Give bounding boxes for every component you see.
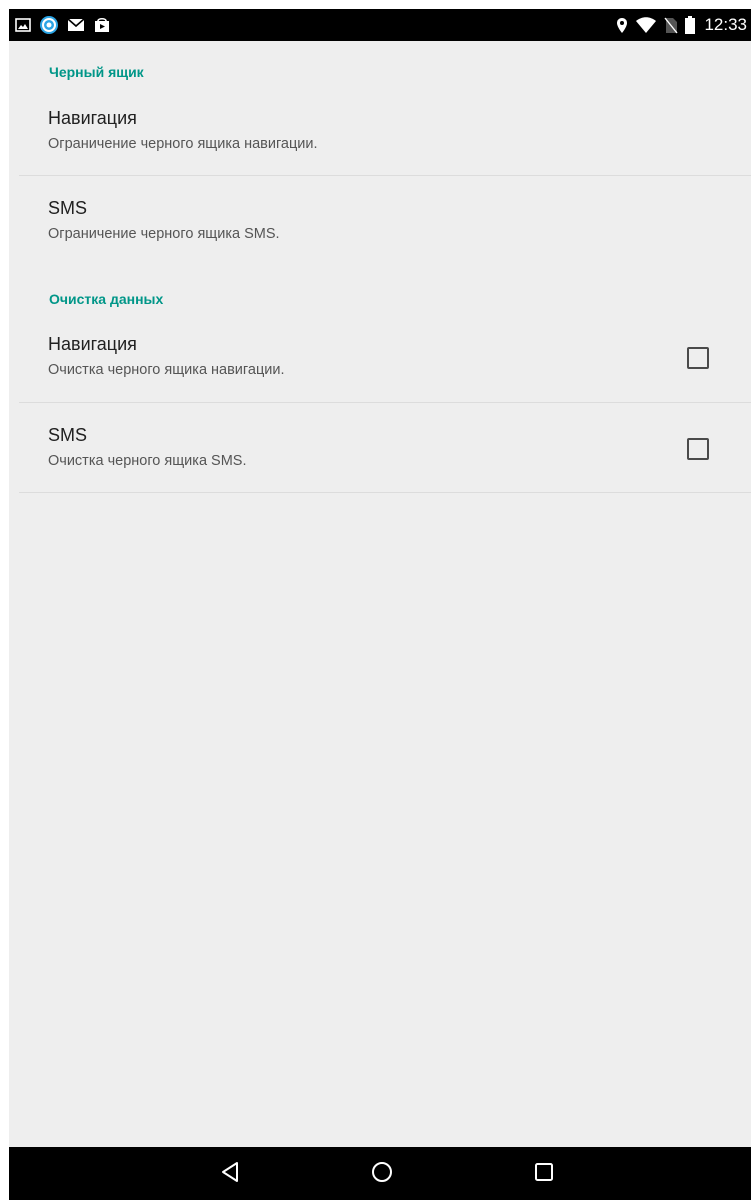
pref-summary: Ограничение черного ящика SMS. bbox=[48, 226, 280, 242]
navigation-clear-checkbox[interactable] bbox=[687, 347, 709, 369]
pref-summary: Ограничение черного ящика навигации. bbox=[48, 136, 318, 152]
back-button[interactable] bbox=[210, 1155, 250, 1193]
pref-sms-clear[interactable]: SMS Очистка черного ящика SMS. bbox=[9, 414, 751, 492]
app-notification-icon bbox=[39, 15, 59, 35]
back-icon bbox=[220, 1161, 240, 1188]
email-icon bbox=[67, 18, 85, 32]
home-button[interactable] bbox=[362, 1155, 402, 1193]
wifi-icon bbox=[635, 16, 657, 34]
recents-icon bbox=[534, 1162, 554, 1187]
sms-clear-checkbox[interactable] bbox=[687, 438, 709, 460]
category-black-box: Черный ящик bbox=[49, 64, 144, 80]
pref-title: Навигация bbox=[48, 334, 137, 354]
pref-title: SMS bbox=[48, 198, 88, 218]
no-sim-icon bbox=[664, 17, 678, 34]
navigation-bar bbox=[9, 1147, 751, 1200]
recents-button[interactable] bbox=[524, 1155, 564, 1193]
battery-icon bbox=[685, 16, 696, 34]
status-bar: 12:33 bbox=[9, 9, 751, 41]
pref-title: SMS bbox=[48, 425, 88, 445]
settings-screen: 12:33 Черный ящик Навигация Ограничение … bbox=[9, 9, 751, 1200]
system-icons: 12:33 bbox=[616, 9, 747, 41]
pref-navigation-clear[interactable]: Навигация Очистка черного ящика навигаци… bbox=[9, 323, 751, 401]
store-icon bbox=[93, 16, 111, 34]
divider bbox=[19, 175, 751, 176]
gallery-icon bbox=[15, 18, 31, 32]
notification-icons bbox=[15, 9, 111, 41]
category-data-clear: Очистка данных bbox=[49, 291, 164, 307]
pref-navigation-limit[interactable]: Навигация Ограничение черного ящика нави… bbox=[9, 97, 751, 175]
pref-sms-limit[interactable]: SMS Ограничение черного ящика SMS. bbox=[9, 187, 751, 267]
pref-title: Навигация bbox=[48, 108, 137, 128]
divider bbox=[19, 402, 751, 403]
pref-summary: Очистка черного ящика SMS. bbox=[48, 453, 247, 469]
home-icon bbox=[371, 1161, 393, 1188]
location-icon bbox=[616, 17, 628, 34]
pref-summary: Очистка черного ящика навигации. bbox=[48, 362, 285, 378]
status-time: 12:33 bbox=[704, 15, 747, 34]
divider bbox=[19, 492, 751, 493]
